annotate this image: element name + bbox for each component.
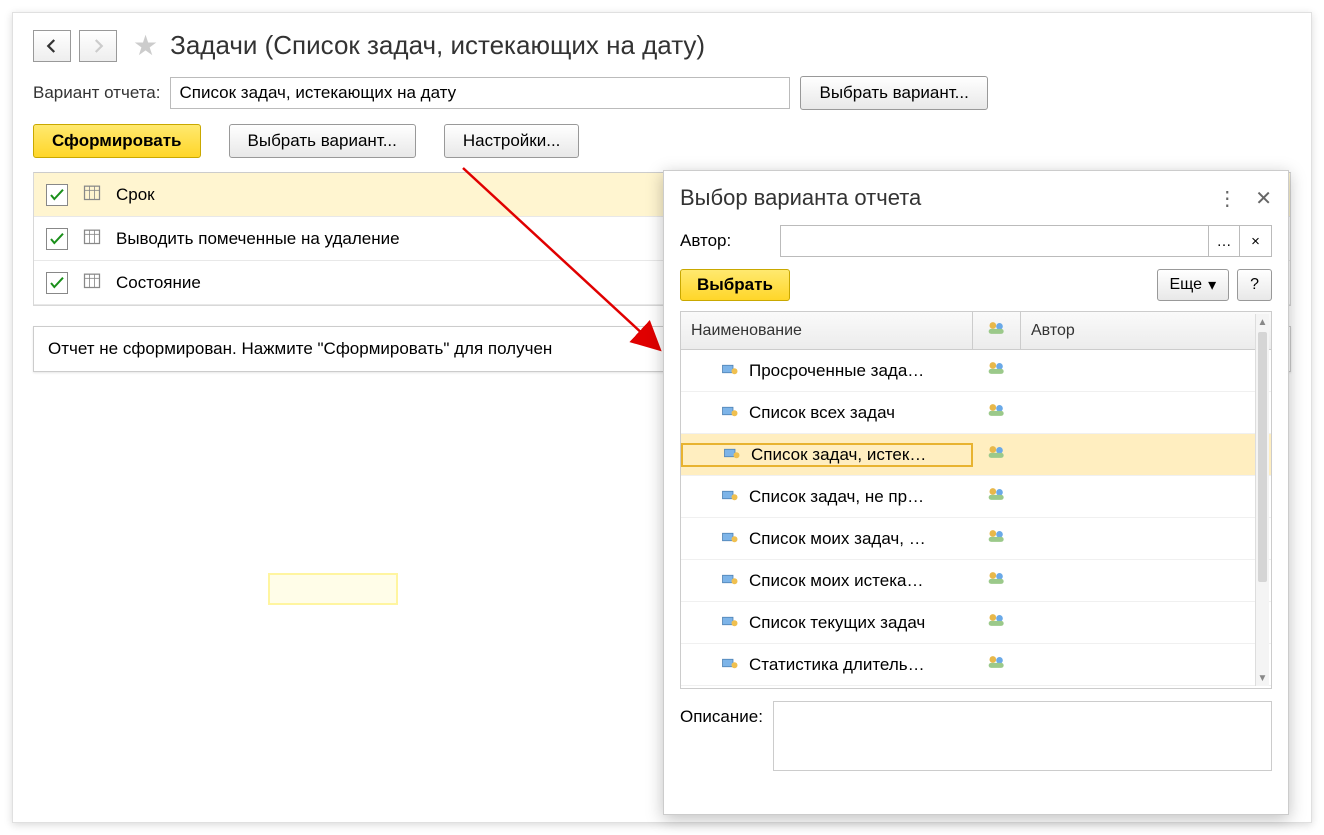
users-icon — [987, 402, 1007, 423]
author-input[interactable] — [780, 225, 1208, 257]
scrollbar[interactable]: ▲ ▼ — [1255, 314, 1269, 686]
nav-forward-button[interactable] — [79, 30, 117, 62]
report-icon — [721, 403, 739, 423]
table-row[interactable]: Список задач, не пр… — [681, 476, 1271, 518]
description-row: Описание: — [680, 701, 1272, 771]
table-row[interactable]: Просроченные зада… — [681, 350, 1271, 392]
choose-variant-button[interactable]: Выбрать вариант... — [229, 124, 416, 158]
users-icon — [987, 320, 1007, 341]
table-header: Наименование Автор — [681, 312, 1271, 350]
table-row[interactable]: Список моих задач, … — [681, 518, 1271, 560]
column-group-icon[interactable] — [973, 312, 1021, 349]
header: ★ Задачи (Список задач, истекающих на да… — [33, 29, 1291, 62]
users-icon — [987, 444, 1007, 465]
kebab-menu-icon[interactable]: ⋮ — [1217, 186, 1237, 211]
settings-button[interactable]: Настройки... — [444, 124, 580, 158]
dialog-title: Выбор варианта отчета — [680, 185, 921, 211]
row-label: Статистика длитель… — [749, 655, 925, 675]
author-lookup-button[interactable]: … — [1208, 225, 1240, 257]
table-row[interactable]: Статистика длитель… — [681, 644, 1271, 686]
author-label: Автор: — [680, 231, 770, 251]
nav-back-button[interactable] — [33, 30, 71, 62]
variant-dialog: Выбор варианта отчета ⋮ ✕ Автор: … × Выб… — [663, 170, 1289, 815]
scroll-up-icon[interactable]: ▲ — [1256, 314, 1269, 330]
favorite-star-icon[interactable]: ★ — [133, 29, 158, 62]
variant-table: Наименование Автор Просроченные зада… Сп… — [680, 311, 1272, 689]
column-author[interactable]: Автор — [1021, 312, 1271, 349]
checkbox-icon[interactable] — [46, 228, 68, 250]
variant-row: Вариант отчета: Выбрать вариант... — [33, 76, 1291, 110]
table-row[interactable]: Список задач, истек… — [681, 434, 1271, 476]
users-icon — [987, 654, 1007, 675]
users-icon — [987, 612, 1007, 633]
report-icon — [723, 445, 741, 465]
row-label: Список моих задач, … — [749, 529, 926, 549]
table-body: Просроченные зада… Список всех задач Спи… — [681, 350, 1271, 686]
table-row[interactable]: Список моих истека… — [681, 560, 1271, 602]
row-label: Список всех задач — [749, 403, 895, 423]
scroll-thumb[interactable] — [1258, 332, 1267, 582]
choose-variant-button-top[interactable]: Выбрать вариант... — [800, 76, 987, 110]
report-icon — [721, 571, 739, 591]
filter-label: Выводить помеченные на удаление — [116, 229, 400, 249]
calendar-icon — [82, 182, 102, 207]
report-icon — [721, 655, 739, 675]
close-icon[interactable]: ✕ — [1255, 186, 1272, 211]
users-icon — [987, 570, 1007, 591]
author-clear-button[interactable]: × — [1240, 225, 1272, 257]
users-icon — [987, 486, 1007, 507]
chevron-down-icon: ▾ — [1208, 275, 1216, 295]
author-row: Автор: … × — [680, 225, 1272, 257]
scroll-down-icon[interactable]: ▼ — [1256, 670, 1269, 686]
help-button[interactable]: ? — [1237, 269, 1272, 301]
main-window: ★ Задачи (Список задач, истекающих на да… — [12, 12, 1312, 823]
report-icon — [721, 487, 739, 507]
variant-input[interactable] — [170, 77, 790, 109]
table-row[interactable]: Список всех задач — [681, 392, 1271, 434]
filter-label: Срок — [116, 185, 155, 205]
row-label: Список задач, истек… — [751, 445, 926, 465]
report-icon — [721, 529, 739, 549]
report-placeholder-text: Отчет не сформирован. Нажмите "Сформиров… — [48, 339, 552, 359]
row-label: Список задач, не пр… — [749, 487, 924, 507]
column-name[interactable]: Наименование — [681, 312, 973, 349]
report-icon — [721, 361, 739, 381]
dialog-header: Выбор варианта отчета ⋮ ✕ — [680, 185, 1272, 211]
row-label: Список текущих задач — [749, 613, 925, 633]
checkbox-icon[interactable] — [46, 272, 68, 294]
calendar-icon — [82, 226, 102, 251]
checkbox-icon[interactable] — [46, 184, 68, 206]
row-label: Просроченные зада… — [749, 361, 924, 381]
variant-label: Вариант отчета: — [33, 83, 160, 103]
report-icon — [721, 613, 739, 633]
filter-label: Состояние — [116, 273, 201, 293]
users-icon — [987, 528, 1007, 549]
select-button[interactable]: Выбрать — [680, 269, 790, 301]
description-input[interactable] — [773, 701, 1272, 771]
users-icon — [987, 360, 1007, 381]
page-title: Задачи (Список задач, истекающих на дату… — [170, 30, 705, 61]
more-button[interactable]: Еще▾ — [1157, 269, 1230, 301]
dialog-toolbar: Выбрать Еще▾ ? — [680, 269, 1272, 301]
generate-button[interactable]: Сформировать — [33, 124, 201, 158]
description-label: Описание: — [680, 701, 763, 771]
toolbar: Сформировать Выбрать вариант... Настройк… — [33, 124, 1291, 158]
calendar-icon — [82, 270, 102, 295]
table-row[interactable]: Список текущих задач — [681, 602, 1271, 644]
selection-marker — [268, 573, 398, 605]
row-label: Список моих истека… — [749, 571, 923, 591]
